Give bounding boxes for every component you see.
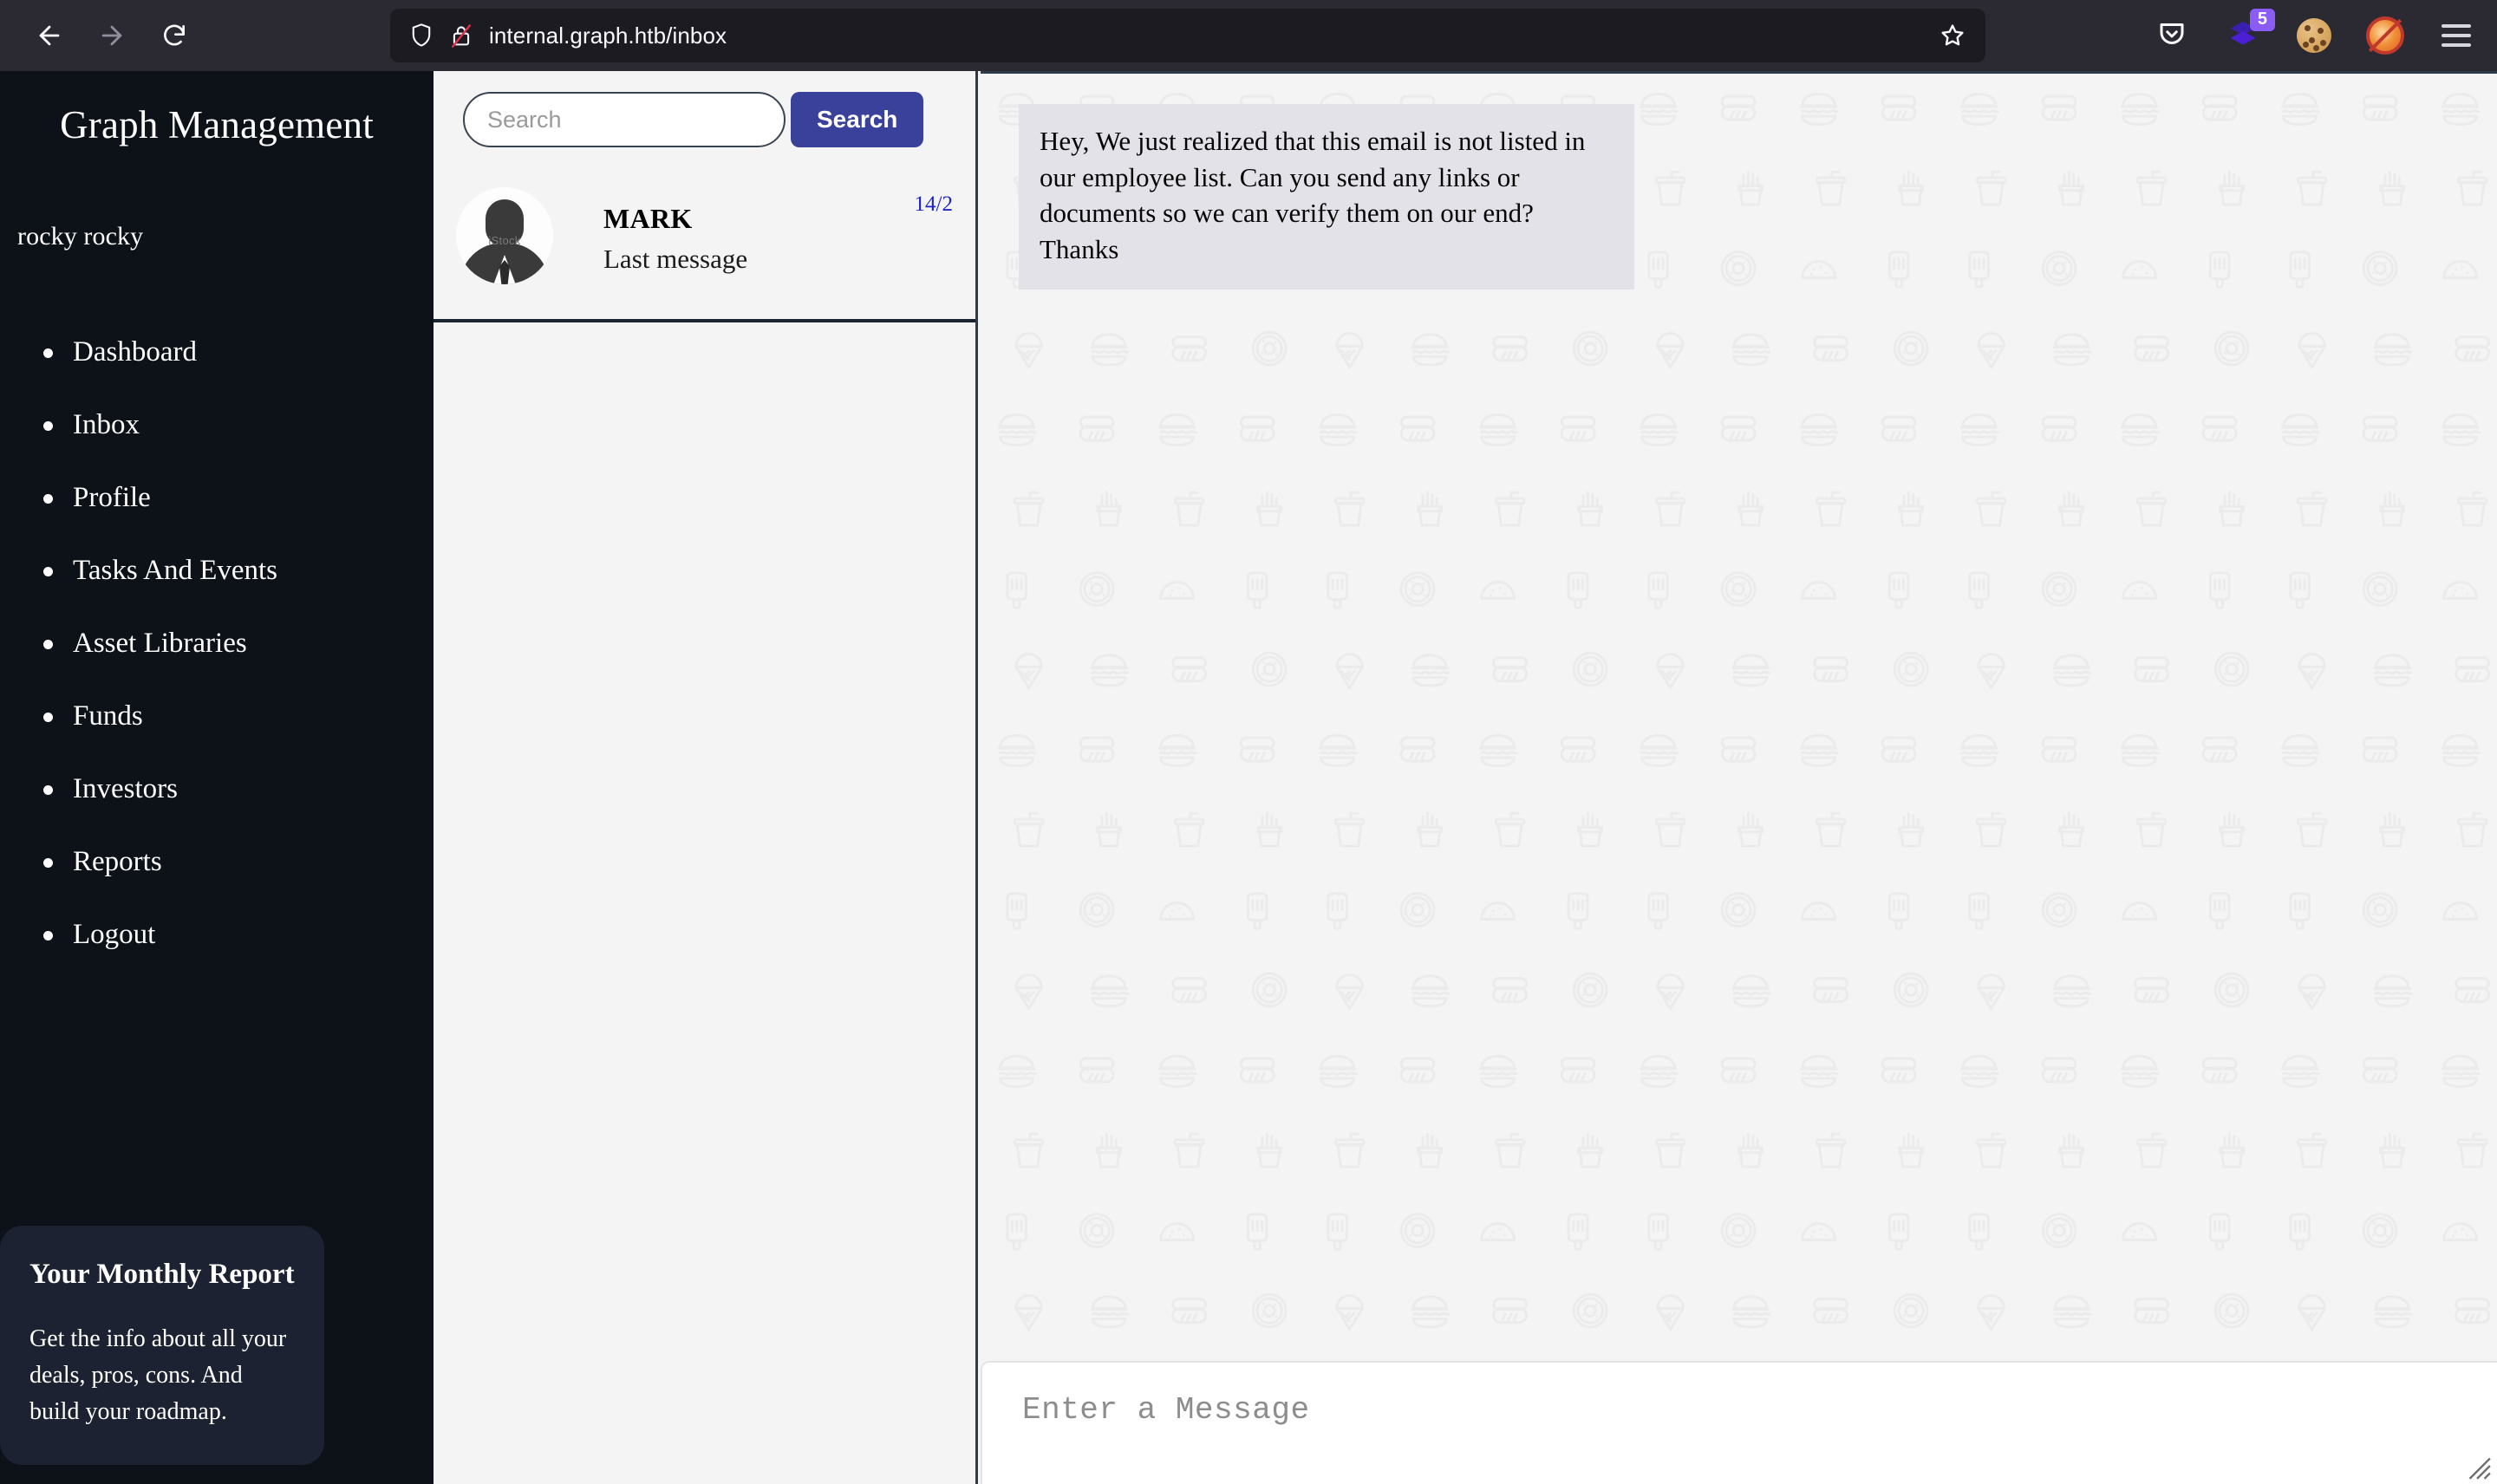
search-button[interactable]: Search — [791, 92, 924, 147]
page-title: Graph Management — [60, 103, 374, 146]
search-bar: Search — [434, 71, 975, 166]
avatar: iStock — [456, 187, 553, 284]
chat-panel: Hey, We just realized that this email is… — [981, 71, 2497, 1484]
reload-icon — [160, 22, 188, 49]
forward-button[interactable] — [85, 9, 139, 62]
web-page: Graph Management rocky rocky Dashboard I… — [0, 71, 2497, 1484]
conversation-preview: Last message — [603, 244, 748, 274]
conversation-date: 14/2 — [914, 192, 953, 216]
app-menu-button[interactable] — [2436, 16, 2476, 55]
no-fox-button[interactable] — [2365, 16, 2405, 55]
cookie-icon — [2297, 18, 2331, 53]
sidebar-item-profile[interactable]: Profile — [43, 484, 434, 512]
sidebar-item-label: Reports — [73, 846, 162, 877]
conversation-list-panel: Search iStock MARK Last message 14/2 — [434, 71, 978, 1484]
sidebar-item-reports[interactable]: Reports — [43, 848, 434, 876]
cookie-button[interactable] — [2294, 16, 2334, 55]
message-bubble: Hey, We just realized that this email is… — [1019, 104, 1634, 290]
conversation-name: MARK — [603, 203, 693, 234]
monthly-report-card[interactable]: Your Monthly Report Get the info about a… — [0, 1225, 324, 1465]
search-input[interactable] — [463, 92, 786, 147]
sidebar-item-funds[interactable]: Funds — [43, 702, 434, 731]
address-bar[interactable]: internal.graph.htb/inbox — [390, 9, 1985, 62]
insecure-connection-crossed-lock-icon[interactable] — [449, 23, 473, 49]
sidebar-nav: Dashboard Inbox Profile Tasks And Events… — [0, 338, 434, 949]
back-button[interactable] — [23, 9, 76, 62]
extension-button[interactable]: 5 — [2223, 9, 2275, 55]
sidebar-item-label: Asset Libraries — [73, 628, 247, 659]
sidebar-item-label: Logout — [73, 919, 156, 950]
star-bookmark-icon[interactable] — [1939, 22, 1966, 49]
sidebar-item-tasks-and-events[interactable]: Tasks And Events — [43, 556, 434, 585]
navigation-buttons — [23, 9, 201, 62]
url-text: internal.graph.htb/inbox — [489, 22, 727, 49]
conversation-text: MARK Last message — [553, 182, 958, 275]
monthly-report-title: Your Monthly Report — [29, 1258, 295, 1290]
no-fox-icon — [2366, 16, 2404, 55]
sidebar-username: rocky rocky — [17, 222, 144, 251]
monthly-report-body: Get the info about all your deals, pros,… — [29, 1325, 287, 1425]
conversation-list-item[interactable]: iStock MARK Last message 14/2 — [434, 166, 975, 322]
message-input-placeholder: Enter a Message — [1022, 1392, 1310, 1428]
sidebar-item-inbox[interactable]: Inbox — [43, 411, 434, 439]
sidebar: Graph Management rocky rocky Dashboard I… — [0, 71, 434, 1484]
sidebar-item-logout[interactable]: Logout — [43, 921, 434, 949]
message-scroll-area[interactable]: Hey, We just realized that this email is… — [981, 74, 2497, 1364]
browser-toolbar-right: 5 — [2152, 0, 2476, 71]
tracking-protection-shield-icon[interactable] — [409, 23, 434, 49]
sidebar-item-investors[interactable]: Investors — [43, 775, 434, 804]
sidebar-item-dashboard[interactable]: Dashboard — [43, 338, 434, 367]
sidebar-item-label: Inbox — [73, 409, 140, 440]
sidebar-item-label: Funds — [73, 700, 143, 732]
forward-arrow-icon — [97, 21, 127, 50]
sidebar-item-label: Profile — [73, 482, 151, 513]
reload-button[interactable] — [147, 9, 201, 62]
hamburger-menu-icon — [2442, 24, 2471, 47]
extension-badge: 5 — [2249, 9, 2275, 31]
browser-toolbar: internal.graph.htb/inbox 5 — [0, 0, 2497, 71]
sidebar-item-label: Investors — [73, 773, 178, 804]
back-arrow-icon — [35, 21, 64, 50]
sidebar-item-label: Dashboard — [73, 336, 197, 368]
message-composer[interactable]: Enter a Message — [981, 1361, 2497, 1484]
textarea-resize-grip[interactable] — [2462, 1451, 2492, 1481]
sidebar-item-asset-libraries[interactable]: Asset Libraries — [43, 629, 434, 658]
pocket-icon — [2156, 18, 2187, 54]
sidebar-item-label: Tasks And Events — [73, 555, 278, 586]
pocket-button[interactable] — [2152, 16, 2192, 55]
avatar-watermark: iStock — [488, 233, 521, 247]
